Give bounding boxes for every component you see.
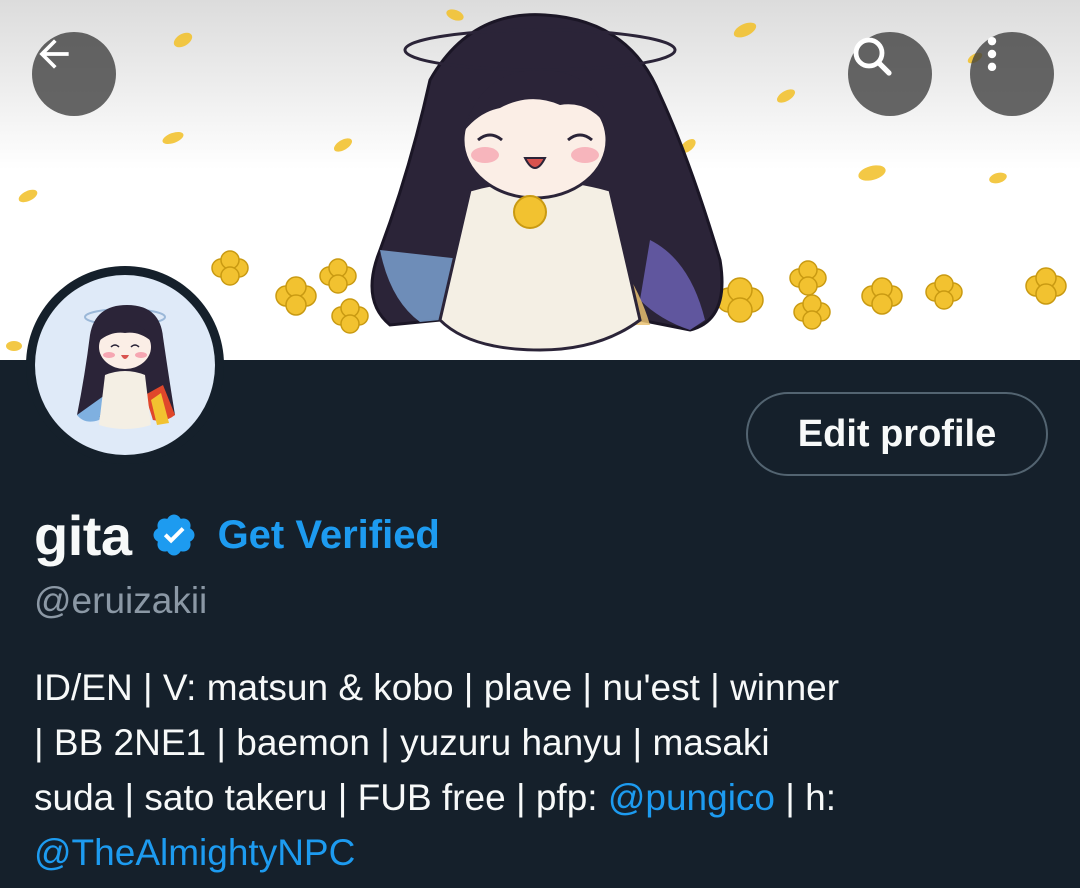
back-button[interactable] xyxy=(32,32,116,116)
profile-avatar[interactable] xyxy=(26,266,224,464)
more-vertical-icon xyxy=(987,36,997,72)
edit-profile-button[interactable]: Edit profile xyxy=(746,392,1048,476)
search-icon xyxy=(853,37,892,76)
bio-text: suda | sato takeru | FUB free | pfp: xyxy=(34,777,608,818)
verified-badge-icon[interactable] xyxy=(150,511,198,559)
name-row: gita Get Verified xyxy=(34,500,440,570)
bio-line: @TheAlmightyNPC xyxy=(34,825,1054,880)
bio-text: | h: xyxy=(775,777,837,818)
display-name: gita xyxy=(34,503,132,567)
bio-line: | BB 2NE1 | baemon | yuzuru hanyu | masa… xyxy=(34,722,770,763)
mention-link-pungico[interactable]: @pungico xyxy=(608,777,775,818)
bio-line: suda | sato takeru | FUB free | pfp: @pu… xyxy=(34,770,1054,825)
bio-line: ID/EN | V: matsun & kobo | plave | nu'es… xyxy=(34,667,840,708)
search-button[interactable] xyxy=(848,32,932,116)
avatar-image xyxy=(35,275,215,455)
mention-link-thealmightynpc[interactable]: @TheAlmightyNPC xyxy=(34,832,355,873)
get-verified-link[interactable]: Get Verified xyxy=(218,513,440,558)
profile-bio: ID/EN | V: matsun & kobo | plave | nu'es… xyxy=(34,660,1054,880)
arrow-left-icon xyxy=(39,39,69,69)
more-options-button[interactable] xyxy=(970,32,1054,116)
user-handle: @eruizakii xyxy=(34,580,208,621)
profile-page: Edit profile gita Get Verified @eruizaki… xyxy=(0,0,1080,888)
